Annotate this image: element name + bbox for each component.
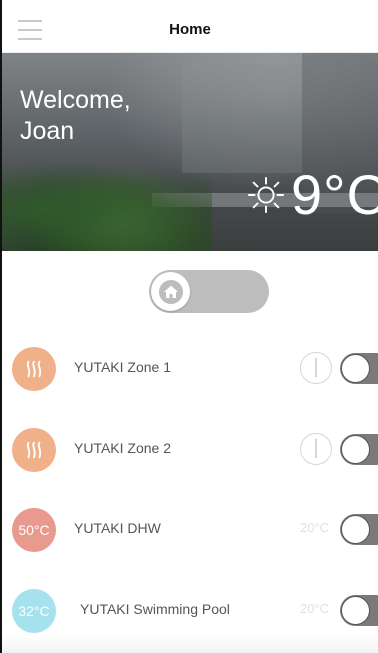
- dhw-temperature-badge: 50°C: [12, 508, 56, 552]
- zone-name: YUTAKI Swimming Pool: [80, 601, 230, 617]
- heating-icon: [12, 347, 56, 391]
- zone-row[interactable]: YUTAKI Zone 1: [2, 339, 378, 399]
- zone-row[interactable]: YUTAKI Zone 2: [2, 420, 378, 480]
- zone-name: YUTAKI DHW: [74, 520, 161, 536]
- heat-waves-icon: [26, 360, 42, 378]
- zone-switch[interactable]: [340, 595, 378, 626]
- bottom-fade: [2, 635, 378, 653]
- power-icon[interactable]: [300, 433, 332, 465]
- pool-temperature-badge: 32°C: [12, 589, 56, 633]
- welcome-hero: Welcome, Joan 9°C: [2, 53, 378, 251]
- welcome-text: Welcome, Joan: [20, 85, 131, 147]
- zone-row[interactable]: 50°C YUTAKI DHW 20°C: [2, 500, 378, 560]
- home-icon: [158, 279, 183, 304]
- app-screen: Home Welcome, Joan 9° YUTAKI Zone 1 YUTA…: [0, 0, 378, 653]
- setpoint-temperature: 20°C: [300, 601, 330, 616]
- heating-icon: [12, 428, 56, 472]
- zone-name: YUTAKI Zone 2: [74, 440, 172, 456]
- weather-widget: 9°C: [247, 165, 378, 225]
- home-mode-toggle[interactable]: [149, 270, 269, 313]
- zone-row[interactable]: 32°C YUTAKI Swimming Pool 20°C: [2, 581, 378, 641]
- zone-switch[interactable]: [340, 514, 378, 545]
- outdoor-temperature: 9°C: [291, 163, 378, 226]
- zone-switch[interactable]: [340, 353, 378, 384]
- heat-waves-icon: [26, 441, 42, 459]
- zone-switch[interactable]: [340, 434, 378, 465]
- greeting-line-1: Welcome,: [20, 86, 131, 114]
- zone-name: YUTAKI Zone 1: [74, 359, 172, 375]
- page-title: Home: [169, 21, 211, 38]
- greeting-user-name: Joan: [20, 117, 75, 145]
- sun-icon: [247, 176, 285, 214]
- mode-toggle-knob[interactable]: [151, 272, 190, 311]
- top-header: Home: [2, 8, 378, 53]
- setpoint-temperature: 20°C: [300, 520, 330, 535]
- power-icon[interactable]: [300, 352, 332, 384]
